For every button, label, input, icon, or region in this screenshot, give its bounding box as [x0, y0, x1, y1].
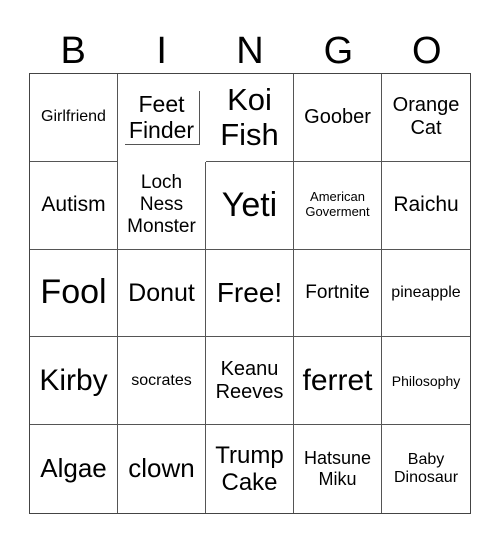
bingo-cell: Donut [118, 249, 206, 338]
bingo-cell: Loch Ness Monster [118, 161, 206, 250]
bingo-cell: Autism [30, 161, 118, 250]
header-letter-b: B [60, 30, 86, 72]
bingo-cell: Goober [294, 74, 382, 162]
bingo-cell: Yeti [206, 161, 294, 250]
bingo-cell: pineapple [382, 250, 470, 338]
header-letter-g: G [323, 30, 354, 72]
bingo-cell: Hatsune Miku [294, 425, 382, 513]
bingo-cell: Orange Cat [382, 74, 470, 162]
bingo-cell: Kirby [30, 337, 118, 426]
bingo-cell: Keanu Reeves [206, 337, 294, 426]
bingo-header: B I N G O [29, 28, 471, 74]
bingo-cell: Feet Finder [124, 90, 200, 145]
bingo-cell: clown [118, 425, 206, 513]
bingo-cell: socrates [118, 337, 206, 426]
bingo-cell: Koi Fish [206, 74, 294, 162]
header-letter-i: I [156, 30, 167, 72]
bingo-cell: Fortnite [294, 249, 382, 338]
bingo-cell: Baby Dinosaur [393, 450, 459, 487]
header-letter-n: N [236, 30, 264, 72]
bingo-cell: American Goverment [294, 161, 382, 250]
bingo-cell: Trump Cake [206, 425, 294, 513]
bingo-grid: Girlfriend Feet Finder Koi Fish Goober O… [29, 73, 471, 514]
bingo-cell: Algae [30, 425, 118, 513]
bingo-cell: ferret [294, 337, 382, 426]
bingo-cell: Fool [30, 249, 118, 338]
bingo-cell: Philosophy [382, 337, 470, 426]
bingo-cell: Girlfriend [30, 74, 118, 162]
header-letter-o: O [412, 30, 442, 72]
free-space-cell: Free! [206, 249, 294, 338]
bingo-cell: Raichu [382, 162, 470, 250]
